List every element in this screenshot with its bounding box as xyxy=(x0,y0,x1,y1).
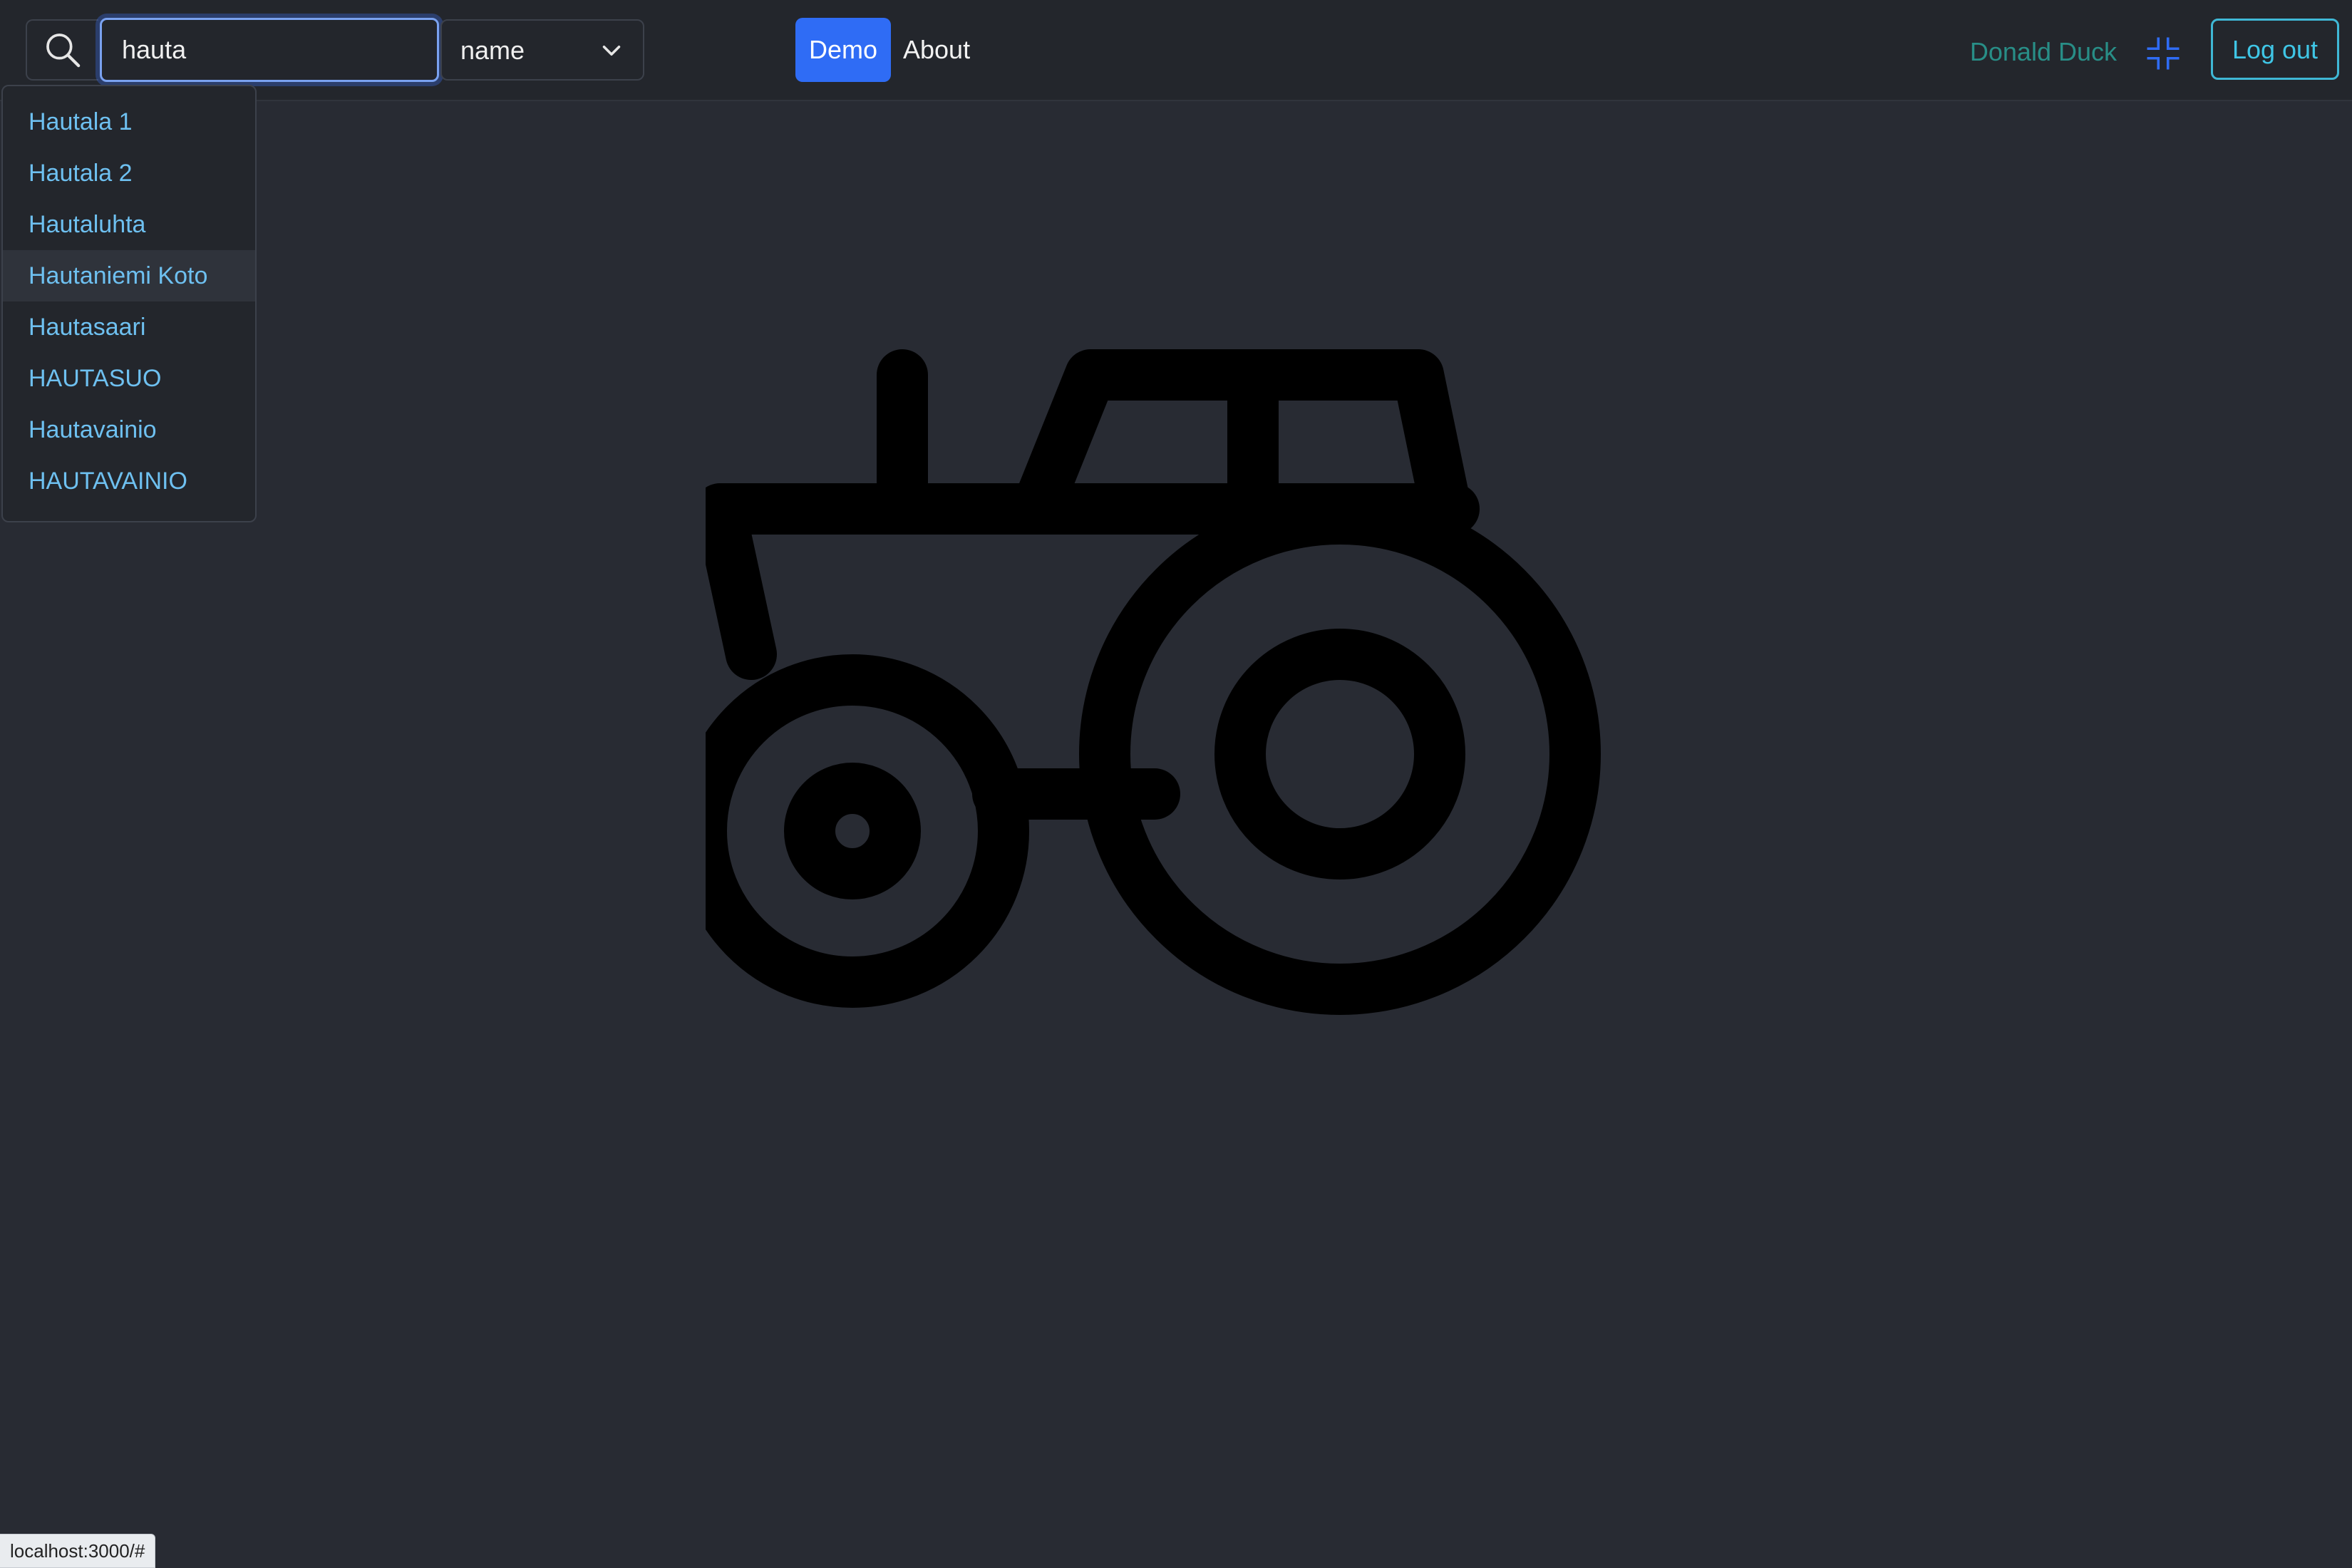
search-field-select[interactable]: name xyxy=(440,19,644,81)
suggestion-item[interactable]: Hautavainio xyxy=(3,404,255,455)
user-name[interactable]: Donald Duck xyxy=(1970,20,2117,84)
rear-hub xyxy=(1214,629,1465,880)
suggestion-item[interactable]: Hautala 2 xyxy=(3,148,255,199)
chevron-down-icon xyxy=(602,46,621,56)
logout-button[interactable]: Log out xyxy=(2211,19,2339,80)
exit-fullscreen-button[interactable] xyxy=(2144,34,2182,73)
search-icon xyxy=(46,33,81,68)
fullscreen-exit-icon xyxy=(2147,37,2180,70)
suggestion-item-highlighted[interactable]: Hautaniemi Koto xyxy=(3,250,255,301)
suggestion-item[interactable]: HAUTAVAINIO xyxy=(3,455,255,507)
front-wheel xyxy=(706,654,1029,1008)
browser-status-bar: localhost:3000/# xyxy=(0,1534,156,1568)
suggestion-item[interactable]: Hautaluhta xyxy=(3,199,255,250)
nav-demo-link[interactable]: Demo xyxy=(795,18,891,82)
suggestion-item[interactable]: Hautala 1 xyxy=(3,96,255,148)
search-input[interactable] xyxy=(100,18,439,82)
suggestion-item[interactable]: HAUTASUO xyxy=(3,353,255,404)
search-field-select-value: name xyxy=(460,36,525,65)
tractor-icon xyxy=(706,349,1601,1015)
front-hub xyxy=(784,763,921,899)
rear-wheel xyxy=(1079,493,1601,1015)
top-navbar: name Demo About Donald Duck Log out xyxy=(0,0,2352,101)
suggestion-item[interactable]: Hautasaari xyxy=(3,301,255,353)
search-suggestions-dropdown: Hautala 1 Hautala 2 Hautaluhta Hautaniem… xyxy=(1,85,257,522)
search-button[interactable] xyxy=(26,19,98,81)
nav-about-link[interactable]: About xyxy=(890,18,983,82)
